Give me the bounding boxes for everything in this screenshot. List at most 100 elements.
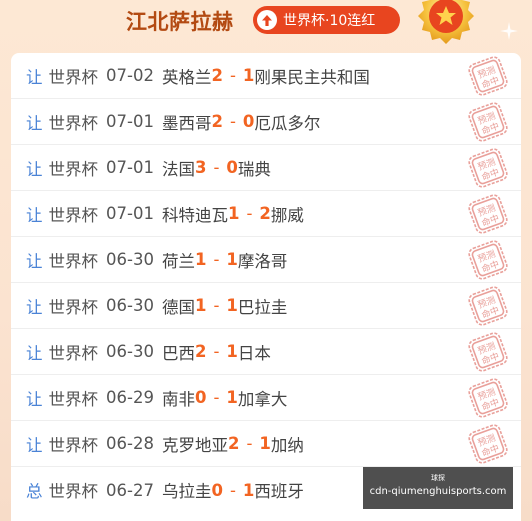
- match-date: 06-29: [106, 388, 154, 407]
- match-row[interactable]: 让 世界杯 07-02 英格兰 2 - 1 刚果民主共和国 预测 命中: [11, 53, 521, 99]
- away-score: 1: [226, 388, 238, 407]
- match-date: 07-01: [106, 112, 154, 131]
- away-team: 摩洛哥: [237, 251, 288, 271]
- prediction-hit-stamp-icon: 预测 命中: [468, 286, 508, 326]
- match-date: 06-30: [106, 250, 154, 269]
- match-row[interactable]: 让 世界杯 07-01 法国 3 - 0 瑞典 预测 命中: [11, 145, 521, 191]
- away-team: 西班牙: [254, 482, 304, 501]
- score-separator: -: [213, 342, 220, 361]
- match-row[interactable]: 让 世界杯 06-29 南非 0 - 1 加拿大 预测 命中: [11, 375, 521, 421]
- bet-type-tag: 让: [26, 159, 43, 179]
- prediction-hit-stamp-icon: 预测 命中: [468, 148, 508, 188]
- score-separator: -: [213, 250, 220, 269]
- score-separator: -: [246, 434, 253, 453]
- league-name: 世界杯: [48, 435, 99, 455]
- prediction-hit-stamp-icon: 预测 命中: [468, 102, 508, 142]
- away-score: 2: [259, 204, 271, 223]
- bet-type-tag: 让: [26, 435, 43, 455]
- home-team: 克罗地亚: [161, 435, 228, 455]
- match-date: 06-28: [106, 434, 154, 453]
- match-date: 07-02: [106, 66, 154, 85]
- match-row[interactable]: 让 世界杯 06-30 德国 1 - 1 巴拉圭 预测 命中: [11, 283, 521, 329]
- prediction-hit-stamp-icon: 预测 命中: [468, 56, 508, 96]
- bet-type-tag: 让: [26, 113, 43, 133]
- match-date: 07-01: [106, 158, 154, 177]
- away-team: 刚果民主共和国: [254, 67, 370, 87]
- league-name: 世界杯: [48, 343, 99, 363]
- home-score: 1: [194, 250, 207, 269]
- score-separator: -: [229, 480, 236, 500]
- home-team: 南非: [161, 389, 195, 409]
- away-team: 日本: [237, 343, 271, 363]
- home-score: 2: [211, 112, 223, 131]
- score-separator: -: [213, 158, 220, 177]
- home-team: 乌拉圭: [161, 482, 212, 501]
- score-separator: -: [246, 204, 253, 223]
- away-score: 1: [226, 296, 238, 315]
- home-team: 墨西哥: [161, 113, 212, 133]
- away-score: 1: [226, 342, 238, 361]
- match-date: 06-27: [106, 480, 154, 500]
- prediction-hit-stamp-icon: 预测 命中: [468, 424, 508, 464]
- away-team: 瑞典: [237, 159, 271, 179]
- bet-type-tag: 总: [26, 482, 43, 501]
- league-name: 世界杯: [48, 251, 99, 271]
- score-separator: -: [229, 66, 236, 85]
- home-team: 法国: [161, 159, 195, 179]
- away-score: 1: [259, 434, 271, 453]
- home-score: 2: [194, 342, 207, 361]
- match-row[interactable]: 让 世界杯 06-30 荷兰 1 - 1 摩洛哥 预测 命中: [11, 237, 521, 283]
- home-team: 英格兰: [161, 67, 212, 87]
- league-name: 世界杯: [48, 205, 99, 225]
- league-name: 世界杯: [48, 67, 99, 87]
- bet-type-tag: 让: [26, 343, 43, 363]
- up-arrow-icon: [257, 10, 277, 30]
- home-team: 德国: [161, 297, 195, 317]
- prediction-hit-stamp-icon: 预测 命中: [468, 332, 508, 372]
- away-score: 0: [242, 112, 255, 131]
- away-score: 0: [226, 158, 238, 177]
- watermark-label: 球探: [431, 474, 445, 482]
- match-history-list: 让 世界杯 07-02 英格兰 2 - 1 刚果民主共和国 预测 命中 让 世界…: [11, 53, 521, 521]
- match-row[interactable]: 让 世界杯 06-30 巴西 2 - 1 日本 预测 命中: [11, 329, 521, 375]
- league-name: 世界杯: [48, 482, 99, 501]
- home-score: 0: [194, 388, 207, 407]
- score-separator: -: [213, 388, 220, 407]
- home-score: 2: [211, 66, 223, 85]
- bet-type-tag: 让: [26, 205, 43, 225]
- watermark-overlay: 球探 cdn-qiumenghuisports.com: [363, 467, 513, 509]
- score-separator: -: [213, 296, 220, 315]
- match-date: 06-30: [106, 342, 154, 361]
- match-row[interactable]: 让 世界杯 06-28 克罗地亚 2 - 1 加纳 预测 命中: [11, 421, 521, 467]
- score-separator: -: [229, 112, 236, 131]
- league-name: 世界杯: [48, 113, 99, 133]
- league-name: 世界杯: [48, 159, 99, 179]
- home-score: 1: [194, 296, 207, 315]
- away-score: 1: [242, 480, 255, 500]
- bet-type-tag: 让: [26, 251, 43, 271]
- away-team: 加拿大: [237, 389, 288, 409]
- home-team: 荷兰: [161, 251, 195, 271]
- bet-type-tag: 让: [26, 297, 43, 317]
- match-row[interactable]: 让 世界杯 07-01 墨西哥 2 - 0 厄瓜多尔 预测 命中: [11, 99, 521, 145]
- league-name: 世界杯: [48, 297, 99, 317]
- away-score: 1: [242, 66, 255, 85]
- expert-header: 江北萨拉赫 世界杯·10连红: [0, 0, 532, 50]
- home-score: 2: [227, 434, 240, 453]
- home-team: 科特迪瓦: [161, 205, 228, 225]
- away-team: 巴拉圭: [237, 297, 288, 317]
- away-team: 厄瓜多尔: [254, 113, 321, 133]
- prediction-hit-stamp-icon: 预测 命中: [468, 378, 508, 418]
- watermark-url: cdn-qiumenghuisports.com: [369, 486, 507, 497]
- bet-type-tag: 让: [26, 67, 43, 87]
- streak-badge: 世界杯·10连红: [253, 6, 400, 34]
- home-score: 0: [211, 480, 223, 500]
- match-row[interactable]: 让 世界杯 07-01 科特迪瓦 1 - 2 挪威 预测 命中: [11, 191, 521, 237]
- match-date: 07-01: [106, 204, 154, 223]
- home-score: 1: [227, 204, 240, 223]
- prediction-hit-stamp-icon: 预测 命中: [468, 240, 508, 280]
- home-score: 3: [194, 158, 207, 177]
- sparkle-icon: [500, 22, 518, 40]
- away-score: 1: [226, 250, 238, 269]
- medal-icon: [418, 0, 474, 44]
